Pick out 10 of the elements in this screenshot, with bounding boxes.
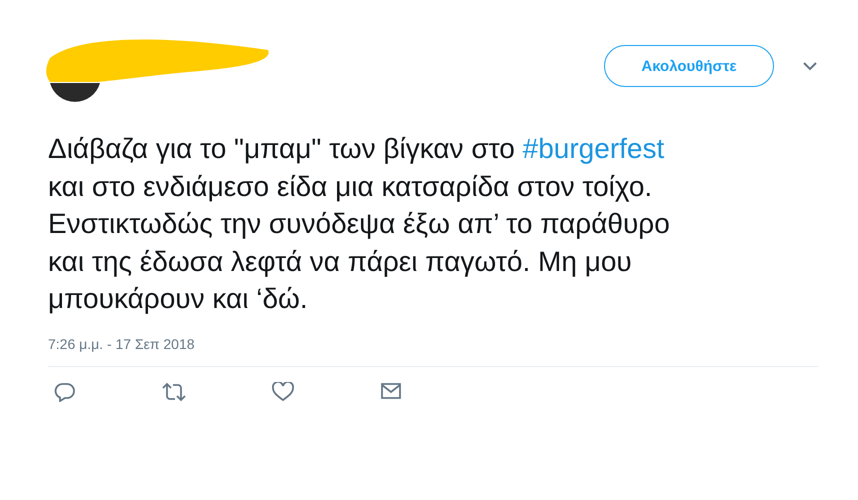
- envelope-icon[interactable]: [380, 382, 402, 400]
- chevron-down-icon[interactable]: [802, 61, 818, 71]
- reply-icon[interactable]: [54, 382, 76, 402]
- heart-icon[interactable]: [272, 382, 294, 402]
- follow-button[interactable]: Ακολουθήστε: [604, 45, 774, 87]
- timestamp[interactable]: 7:26 μ.μ. - 17 Σεπ 2018: [48, 336, 818, 352]
- hashtag-link[interactable]: #burgerfest: [522, 133, 664, 164]
- retweet-icon[interactable]: [162, 382, 186, 402]
- avatar[interactable]: [50, 83, 100, 102]
- tweet-text: Διάβαζα για το "μπαμ" των βίγκαν στο #burgerfest και στο ενδιάμεσο είδα μια κατσαρίδα στον τοίχο. Ενστικτωδώς την συνόδεψα έξω απ’ το παράθυρο και της έδωσα λεφτά να πάρει παγωτό. Μη μου μπουκάρουν και ‘δώ.: [48, 132, 671, 316]
